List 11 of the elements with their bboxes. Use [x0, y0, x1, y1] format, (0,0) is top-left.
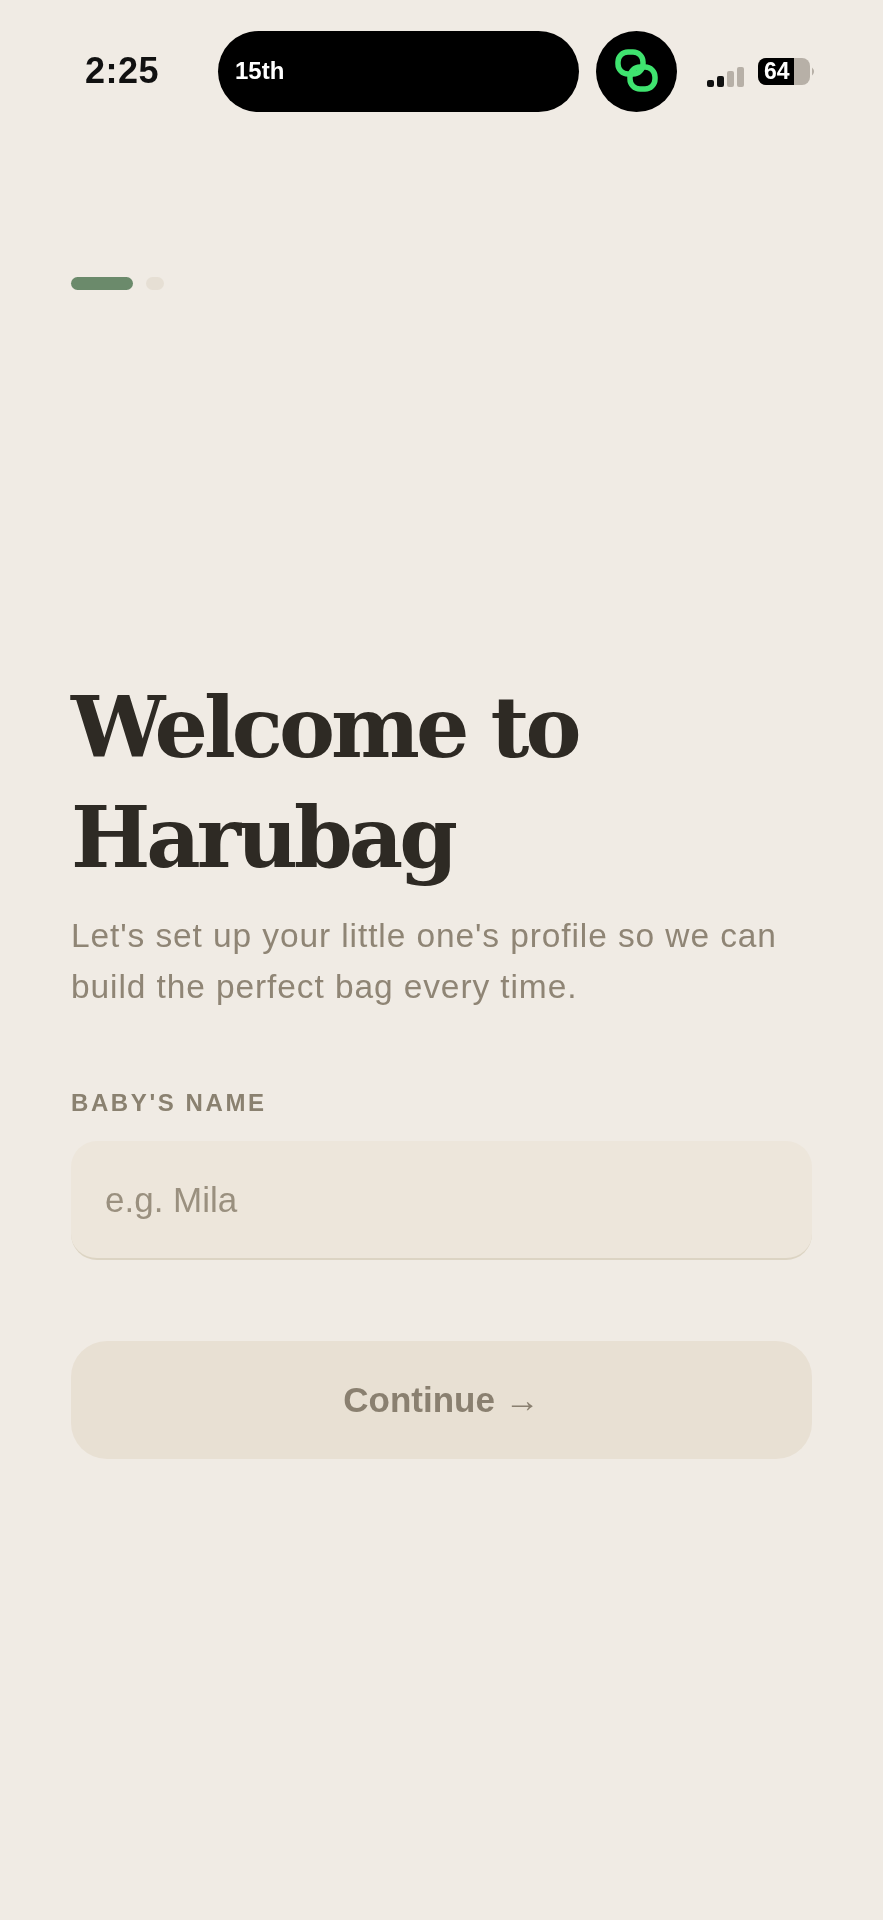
welcome-title: Welcome to Harubag: [71, 677, 579, 889]
live-activity-pill[interactable]: 15th: [218, 30, 579, 112]
field-label: BABY'S NAME: [71, 1088, 267, 1118]
welcome-subtitle: Let's set up your little one's profile so we can build the perfect bag every time.: [71, 916, 778, 1007]
status-time: 2:25: [85, 50, 160, 92]
battery-percentage: 64: [764, 57, 790, 85]
live-activity-text: 15th: [235, 57, 285, 85]
battery-icon: [758, 57, 816, 85]
interlocked-links-icon[interactable]: [596, 30, 677, 112]
name-input-field[interactable]: e.g. Mila: [71, 1141, 812, 1260]
signal-icon: [707, 67, 744, 87]
